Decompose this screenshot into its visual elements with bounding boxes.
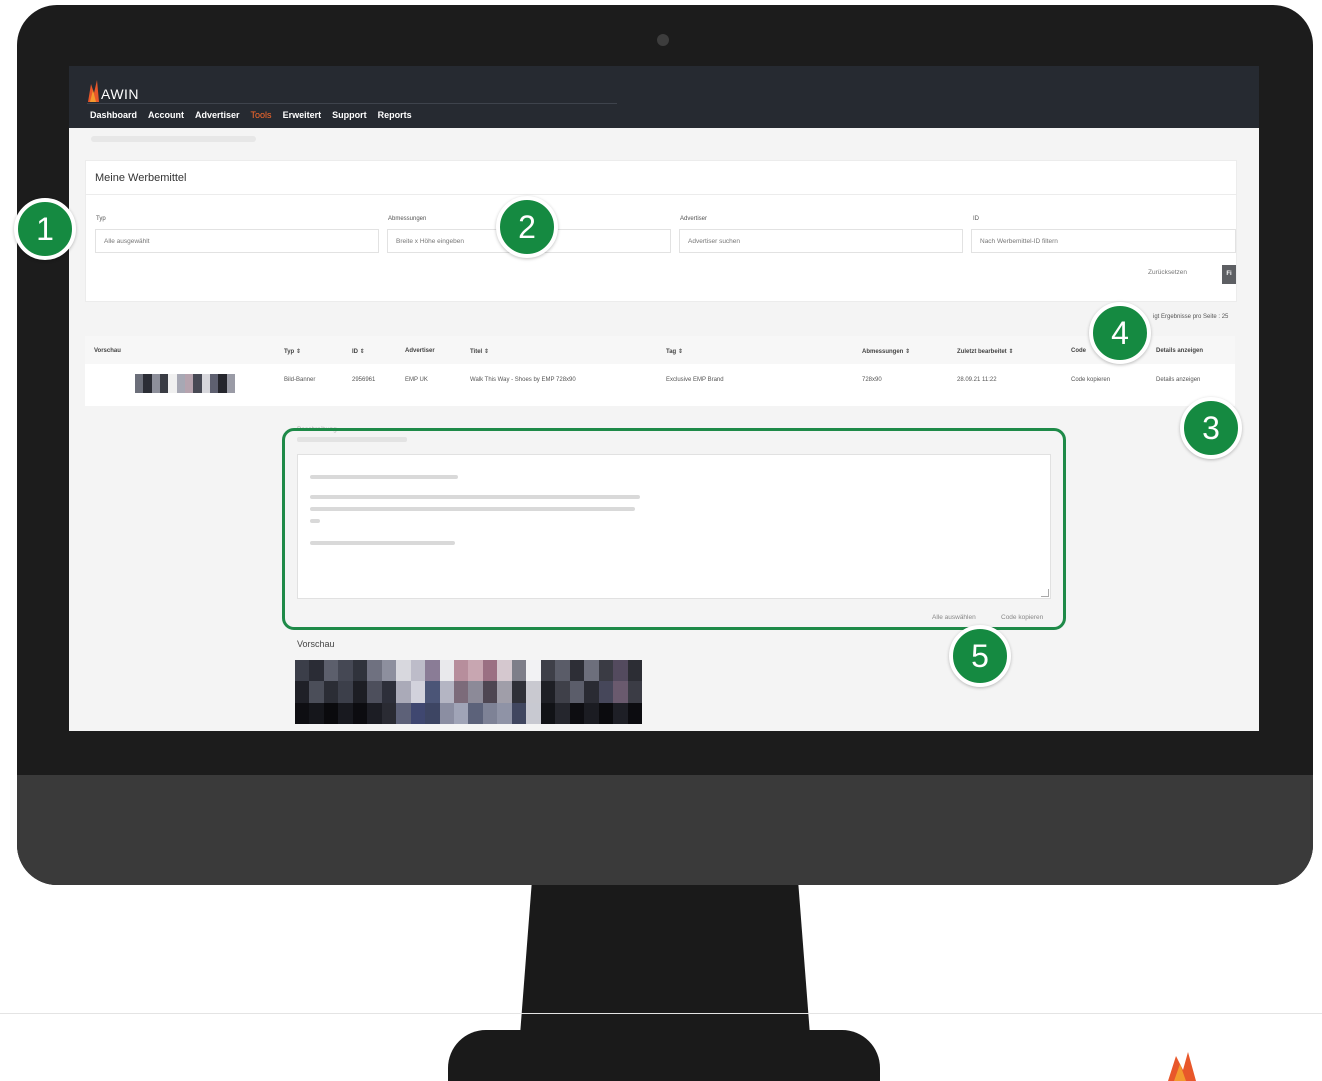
nav-reports[interactable]: Reports (378, 110, 412, 120)
nav-dashboard[interactable]: Dashboard (90, 110, 137, 120)
monitor-chin (17, 775, 1313, 885)
typ-label: Typ (96, 216, 106, 222)
breadcrumb (91, 136, 256, 142)
page-title: Meine Werbemittel (95, 172, 187, 184)
logo-text: AWIN (101, 86, 140, 102)
col-tag[interactable]: Tag ⇕ (666, 348, 683, 355)
id-filter-input[interactable]: Nach Werbemittel-ID filtern (971, 229, 1236, 253)
monitor-stand-base (448, 1030, 880, 1081)
typ-select[interactable]: Alle ausgewählt (95, 229, 379, 253)
awin-flame-icon (1168, 1052, 1196, 1081)
code-highlight-frame (282, 428, 1066, 630)
col-details: Details anzeigen (1156, 348, 1204, 354)
col-advertiser: Advertiser (405, 348, 435, 354)
topbar-divider (87, 103, 617, 104)
awin-logo[interactable]: AWIN (87, 74, 139, 102)
main-nav: Dashboard Account Advertiser Tools Erwei… (90, 110, 412, 120)
banner-thumbnail[interactable] (135, 374, 235, 393)
nav-support[interactable]: Support (332, 110, 367, 120)
step-badge-3: 3 (1180, 397, 1242, 459)
step-badge-4: 4 (1089, 302, 1151, 364)
top-navigation-bar: AWIN Dashboard Account Advertiser Tools … (69, 66, 1259, 128)
col-abmessungen[interactable]: Abmessungen ⇕ (862, 348, 910, 355)
table-row[interactable]: Bild-Banner 2956961 EMP UK Walk This Way… (85, 364, 1235, 406)
cell-typ: Bild-Banner (284, 377, 316, 383)
advertiser-label: Advertiser (680, 216, 708, 222)
col-vorschau: Vorschau (94, 348, 121, 354)
show-details-link[interactable]: Details anzeigen (1156, 377, 1200, 383)
nav-tools[interactable]: Tools (251, 110, 272, 120)
abmessungen-label: Abmessungen (388, 216, 427, 222)
webcam (657, 34, 669, 46)
step-badge-2: 2 (496, 196, 558, 258)
copy-code-link[interactable]: Code kopieren (1071, 377, 1110, 383)
nav-account[interactable]: Account (148, 110, 184, 120)
nav-erweitert[interactable]: Erweitert (283, 110, 322, 120)
banner-preview (295, 660, 642, 724)
reset-button[interactable]: Zurücksetzen (1148, 269, 1187, 276)
advertiser-search-input[interactable]: Advertiser suchen (679, 229, 963, 253)
nav-advertiser[interactable]: Advertiser (195, 110, 240, 120)
col-zuletzt-bearbeitet[interactable]: Zuletzt bearbeitet ⇕ (957, 348, 1013, 355)
filter-card: Meine Werbemittel Typ Alle ausgewählt Ab… (85, 160, 1237, 302)
cell-titel: Walk This Way - Shoes by EMP 728x90 (470, 377, 576, 383)
card-divider (86, 194, 1236, 195)
col-titel[interactable]: Titel ⇕ (470, 348, 489, 355)
floor-line (0, 1013, 1322, 1014)
table-header: Vorschau Typ ⇕ ID ⇕ Advertiser Titel ⇕ T… (85, 336, 1235, 364)
cell-abmessungen: 728x90 (862, 377, 882, 383)
results-per-page-value: 25 (1221, 314, 1229, 320)
cell-zuletzt-bearbeitet: 28.09.21 11:22 (957, 377, 997, 383)
col-code: Code (1071, 348, 1086, 354)
col-id[interactable]: ID ⇕ (352, 348, 365, 355)
cell-id: 2956961 (352, 377, 376, 383)
cell-advertiser: EMP UK (405, 377, 428, 383)
step-badge-5: 5 (949, 625, 1011, 687)
screen: AWIN Dashboard Account Advertiser Tools … (69, 66, 1259, 731)
awin-flame-icon (88, 80, 99, 102)
col-typ[interactable]: Typ ⇕ (284, 348, 301, 355)
results-per-page[interactable]: igt Ergebnisse pro Seite : 25 (1153, 314, 1228, 320)
preview-label: Vorschau (297, 639, 335, 649)
results-per-page-label: igt Ergebnisse pro Seite : (1153, 314, 1221, 320)
id-label: ID (973, 216, 979, 222)
filter-button[interactable]: Fi (1222, 265, 1236, 284)
cell-tag: Exclusive EMP Brand (666, 377, 724, 383)
step-badge-1: 1 (14, 198, 76, 260)
